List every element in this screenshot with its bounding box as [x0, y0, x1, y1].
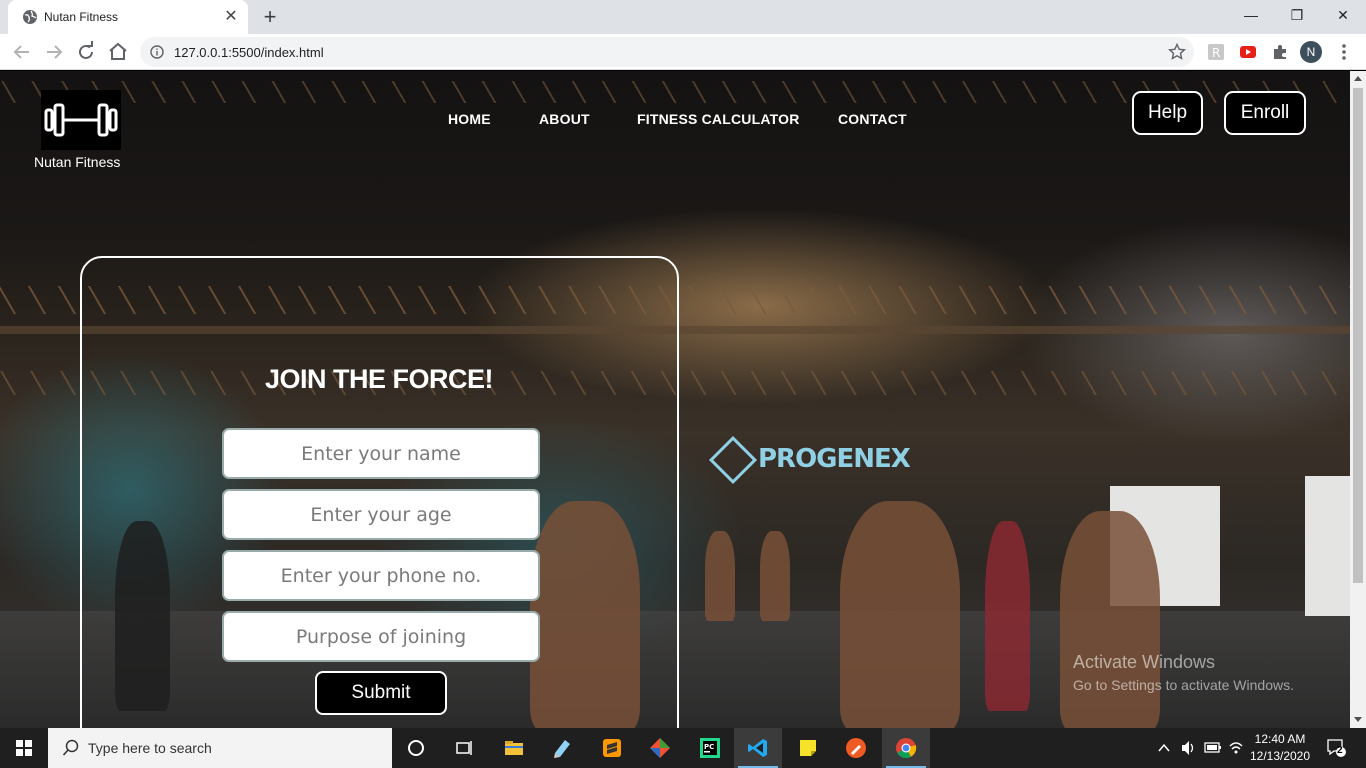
taskbar: Type here to search PC 12:40 AM 12/13/20… [0, 728, 1366, 768]
join-form: JOIN THE FORCE! Submit [80, 256, 679, 728]
taskbar-file-explorer[interactable] [490, 728, 538, 768]
home-icon[interactable] [106, 40, 130, 64]
taskbar-pycharm[interactable]: PC [686, 728, 734, 768]
gym-sign-logo [708, 435, 758, 485]
cortana-icon [408, 740, 424, 756]
scroll-down-icon[interactable] [1354, 717, 1362, 722]
brand-name[interactable]: Nutan Fitness [34, 154, 120, 170]
purpose-input[interactable] [222, 611, 540, 662]
name-input[interactable] [222, 428, 540, 479]
back-icon[interactable] [10, 40, 34, 64]
person-silhouette [705, 531, 735, 621]
new-tab-button[interactable]: + [258, 6, 282, 30]
address-bar[interactable]: 127.0.0.1:5500/index.html [140, 37, 1194, 67]
nav-home[interactable]: HOME [448, 111, 491, 127]
search-icon [62, 739, 79, 756]
activate-windows-title: Activate Windows [1073, 652, 1216, 672]
scroll-up-icon[interactable] [1354, 76, 1362, 81]
svg-text:PC: PC [704, 743, 714, 751]
browser-tab[interactable]: Nutan Fitness ✕ [8, 0, 248, 34]
person-silhouette [760, 531, 790, 621]
notification-center-icon[interactable] [1326, 738, 1346, 758]
nav-fitness-calculator[interactable]: FITNESS CALCULATOR [637, 111, 800, 127]
site-logo[interactable] [41, 90, 121, 150]
help-button[interactable]: Help [1132, 91, 1203, 135]
task-view-button[interactable] [440, 728, 488, 768]
whiteboard [1305, 476, 1350, 616]
tab-title: Nutan Fitness [44, 10, 119, 24]
dumbbell-icon [44, 103, 118, 137]
close-tab-icon[interactable]: ✕ [222, 8, 240, 26]
hero-section: PROGENEX Nutan Fitness HOME ABOUT FITNES… [0, 71, 1350, 728]
git-icon [650, 738, 670, 758]
taskbar-sticky-notes[interactable] [784, 728, 832, 768]
cortana-button[interactable] [392, 728, 440, 768]
browser-toolbar: 127.0.0.1:5500/index.html R N [0, 34, 1366, 70]
battery-icon[interactable] [1204, 728, 1222, 768]
profile-avatar[interactable]: N [1300, 41, 1322, 63]
enroll-button[interactable]: Enroll [1224, 91, 1306, 135]
notepad-icon [554, 740, 570, 758]
browser-menu-icon[interactable] [1336, 42, 1352, 62]
taskbar-sublime-text[interactable] [588, 728, 636, 768]
svg-text:R: R [1212, 46, 1220, 60]
folder-icon [505, 741, 523, 755]
nav-about[interactable]: ABOUT [539, 111, 590, 127]
pycharm-icon: PC [700, 738, 720, 758]
taskbar-notepad[interactable] [538, 728, 586, 768]
extension-youtube-icon[interactable] [1239, 43, 1257, 61]
person-silhouette [985, 521, 1030, 711]
restore-button[interactable]: ❐ [1274, 0, 1320, 34]
sublime-text-icon [603, 739, 621, 757]
clock-date: 12/13/2020 [1249, 749, 1311, 763]
person-silhouette [1060, 511, 1160, 728]
close-window-button[interactable]: ✕ [1320, 0, 1366, 34]
extensions-puzzle-icon[interactable] [1271, 43, 1289, 61]
search-placeholder: Type here to search [88, 740, 212, 756]
tab-strip: Nutan Fitness ✕ + — ❐ ✕ [0, 0, 1366, 34]
person-silhouette [840, 501, 960, 728]
taskbar-search[interactable]: Type here to search [48, 728, 392, 768]
sticky-notes-icon [800, 740, 816, 756]
taskbar-postman[interactable] [832, 728, 880, 768]
vscode-icon [748, 739, 767, 757]
postman-icon [846, 738, 866, 758]
system-clock[interactable]: 12:40 AM 12/13/2020 [1240, 731, 1320, 765]
taskbar-chrome[interactable] [882, 728, 930, 768]
globe-icon [23, 10, 37, 24]
taskbar-vscode[interactable] [734, 728, 782, 768]
submit-button[interactable]: Submit [315, 671, 447, 715]
chrome-icon [896, 738, 917, 759]
taskbar-git-gui[interactable] [636, 728, 684, 768]
nav-contact[interactable]: CONTACT [838, 111, 907, 127]
windows-start-icon[interactable] [0, 728, 48, 768]
extension-reader-icon[interactable]: R [1207, 43, 1225, 61]
url-text: 127.0.0.1:5500/index.html [174, 45, 324, 60]
scroll-thumb[interactable] [1353, 88, 1363, 583]
page-scrollbar[interactable] [1350, 71, 1366, 728]
age-input[interactable] [222, 489, 540, 540]
notification-count: 2 [1337, 745, 1343, 756]
form-title: JOIN THE FORCE! [265, 364, 494, 394]
phone-input[interactable] [222, 550, 540, 601]
info-icon[interactable] [150, 45, 164, 59]
bookmark-star-icon[interactable] [1168, 43, 1186, 61]
reload-icon[interactable] [74, 40, 98, 64]
volume-icon[interactable] [1180, 728, 1196, 768]
gym-sign: PROGENEX [758, 444, 911, 474]
minimize-button[interactable]: — [1228, 0, 1274, 34]
activate-windows-subtitle: Go to Settings to activate Windows. [1073, 677, 1294, 693]
tray-chevron-up-icon[interactable] [1157, 728, 1171, 768]
forward-icon[interactable] [42, 40, 66, 64]
clock-time: 12:40 AM [1254, 732, 1306, 746]
task-view-icon [456, 741, 472, 755]
